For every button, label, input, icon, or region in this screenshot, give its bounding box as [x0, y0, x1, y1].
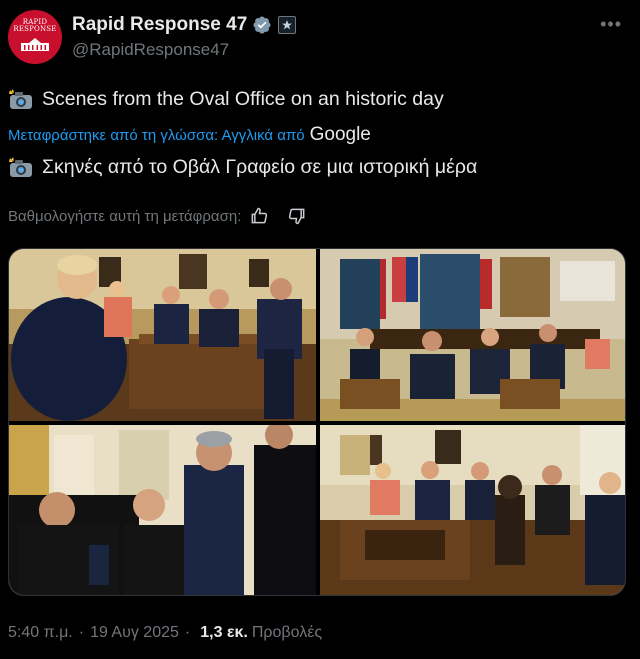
- meta-separator: ·: [184, 624, 191, 641]
- more-icon[interactable]: •••: [600, 14, 622, 35]
- thumbs-down-icon[interactable]: [287, 206, 307, 226]
- tweet-date[interactable]: 19 Αυγ 2025: [90, 624, 179, 642]
- meta-separator: ·: [78, 624, 85, 641]
- handle[interactable]: @RapidResponse47: [72, 40, 296, 60]
- media-grid: [8, 248, 626, 596]
- thumbs-up-icon[interactable]: [249, 206, 269, 226]
- verified-badge-icon[interactable]: [252, 15, 272, 35]
- white-house-icon: [21, 38, 49, 51]
- views-label: Προβολές: [251, 624, 323, 641]
- translated-by[interactable]: Μεταφράστηκε από τη γλώσσα: Αγγλικά από …: [8, 124, 371, 146]
- display-name[interactable]: Rapid Response 47: [72, 14, 247, 36]
- photo-2[interactable]: [320, 249, 625, 421]
- views-count: 1,3 εκ.: [200, 624, 248, 641]
- rate-translation: Βαθμολογήστε αυτή τη μετάφραση:: [8, 206, 307, 226]
- photo-4[interactable]: [320, 425, 625, 595]
- camera-emoji-icon: [9, 156, 32, 177]
- avatar[interactable]: RAPID RESPONSE: [8, 10, 62, 64]
- tweet-meta: 5:40 π.μ. · 19 Αυγ 2025 · 1,3 εκ. Προβολ…: [8, 624, 322, 642]
- photo-1[interactable]: [9, 249, 316, 421]
- affiliate-badge-icon[interactable]: [278, 16, 297, 34]
- avatar-text: RAPID RESPONSE: [13, 18, 57, 33]
- google-label: Google: [309, 124, 371, 145]
- tweet-time[interactable]: 5:40 π.μ.: [8, 624, 73, 642]
- tweet-header: RAPID RESPONSE Rapid Response 47 @RapidRe…: [8, 10, 297, 64]
- tweet-text-original: Scenes from the Oval Office on an histor…: [8, 88, 444, 111]
- camera-emoji-icon: [9, 88, 32, 109]
- tweet-text-translated: Σκηνές από το Οβάλ Γραφείο σε μια ιστορι…: [8, 156, 477, 179]
- photo-3[interactable]: [9, 425, 316, 595]
